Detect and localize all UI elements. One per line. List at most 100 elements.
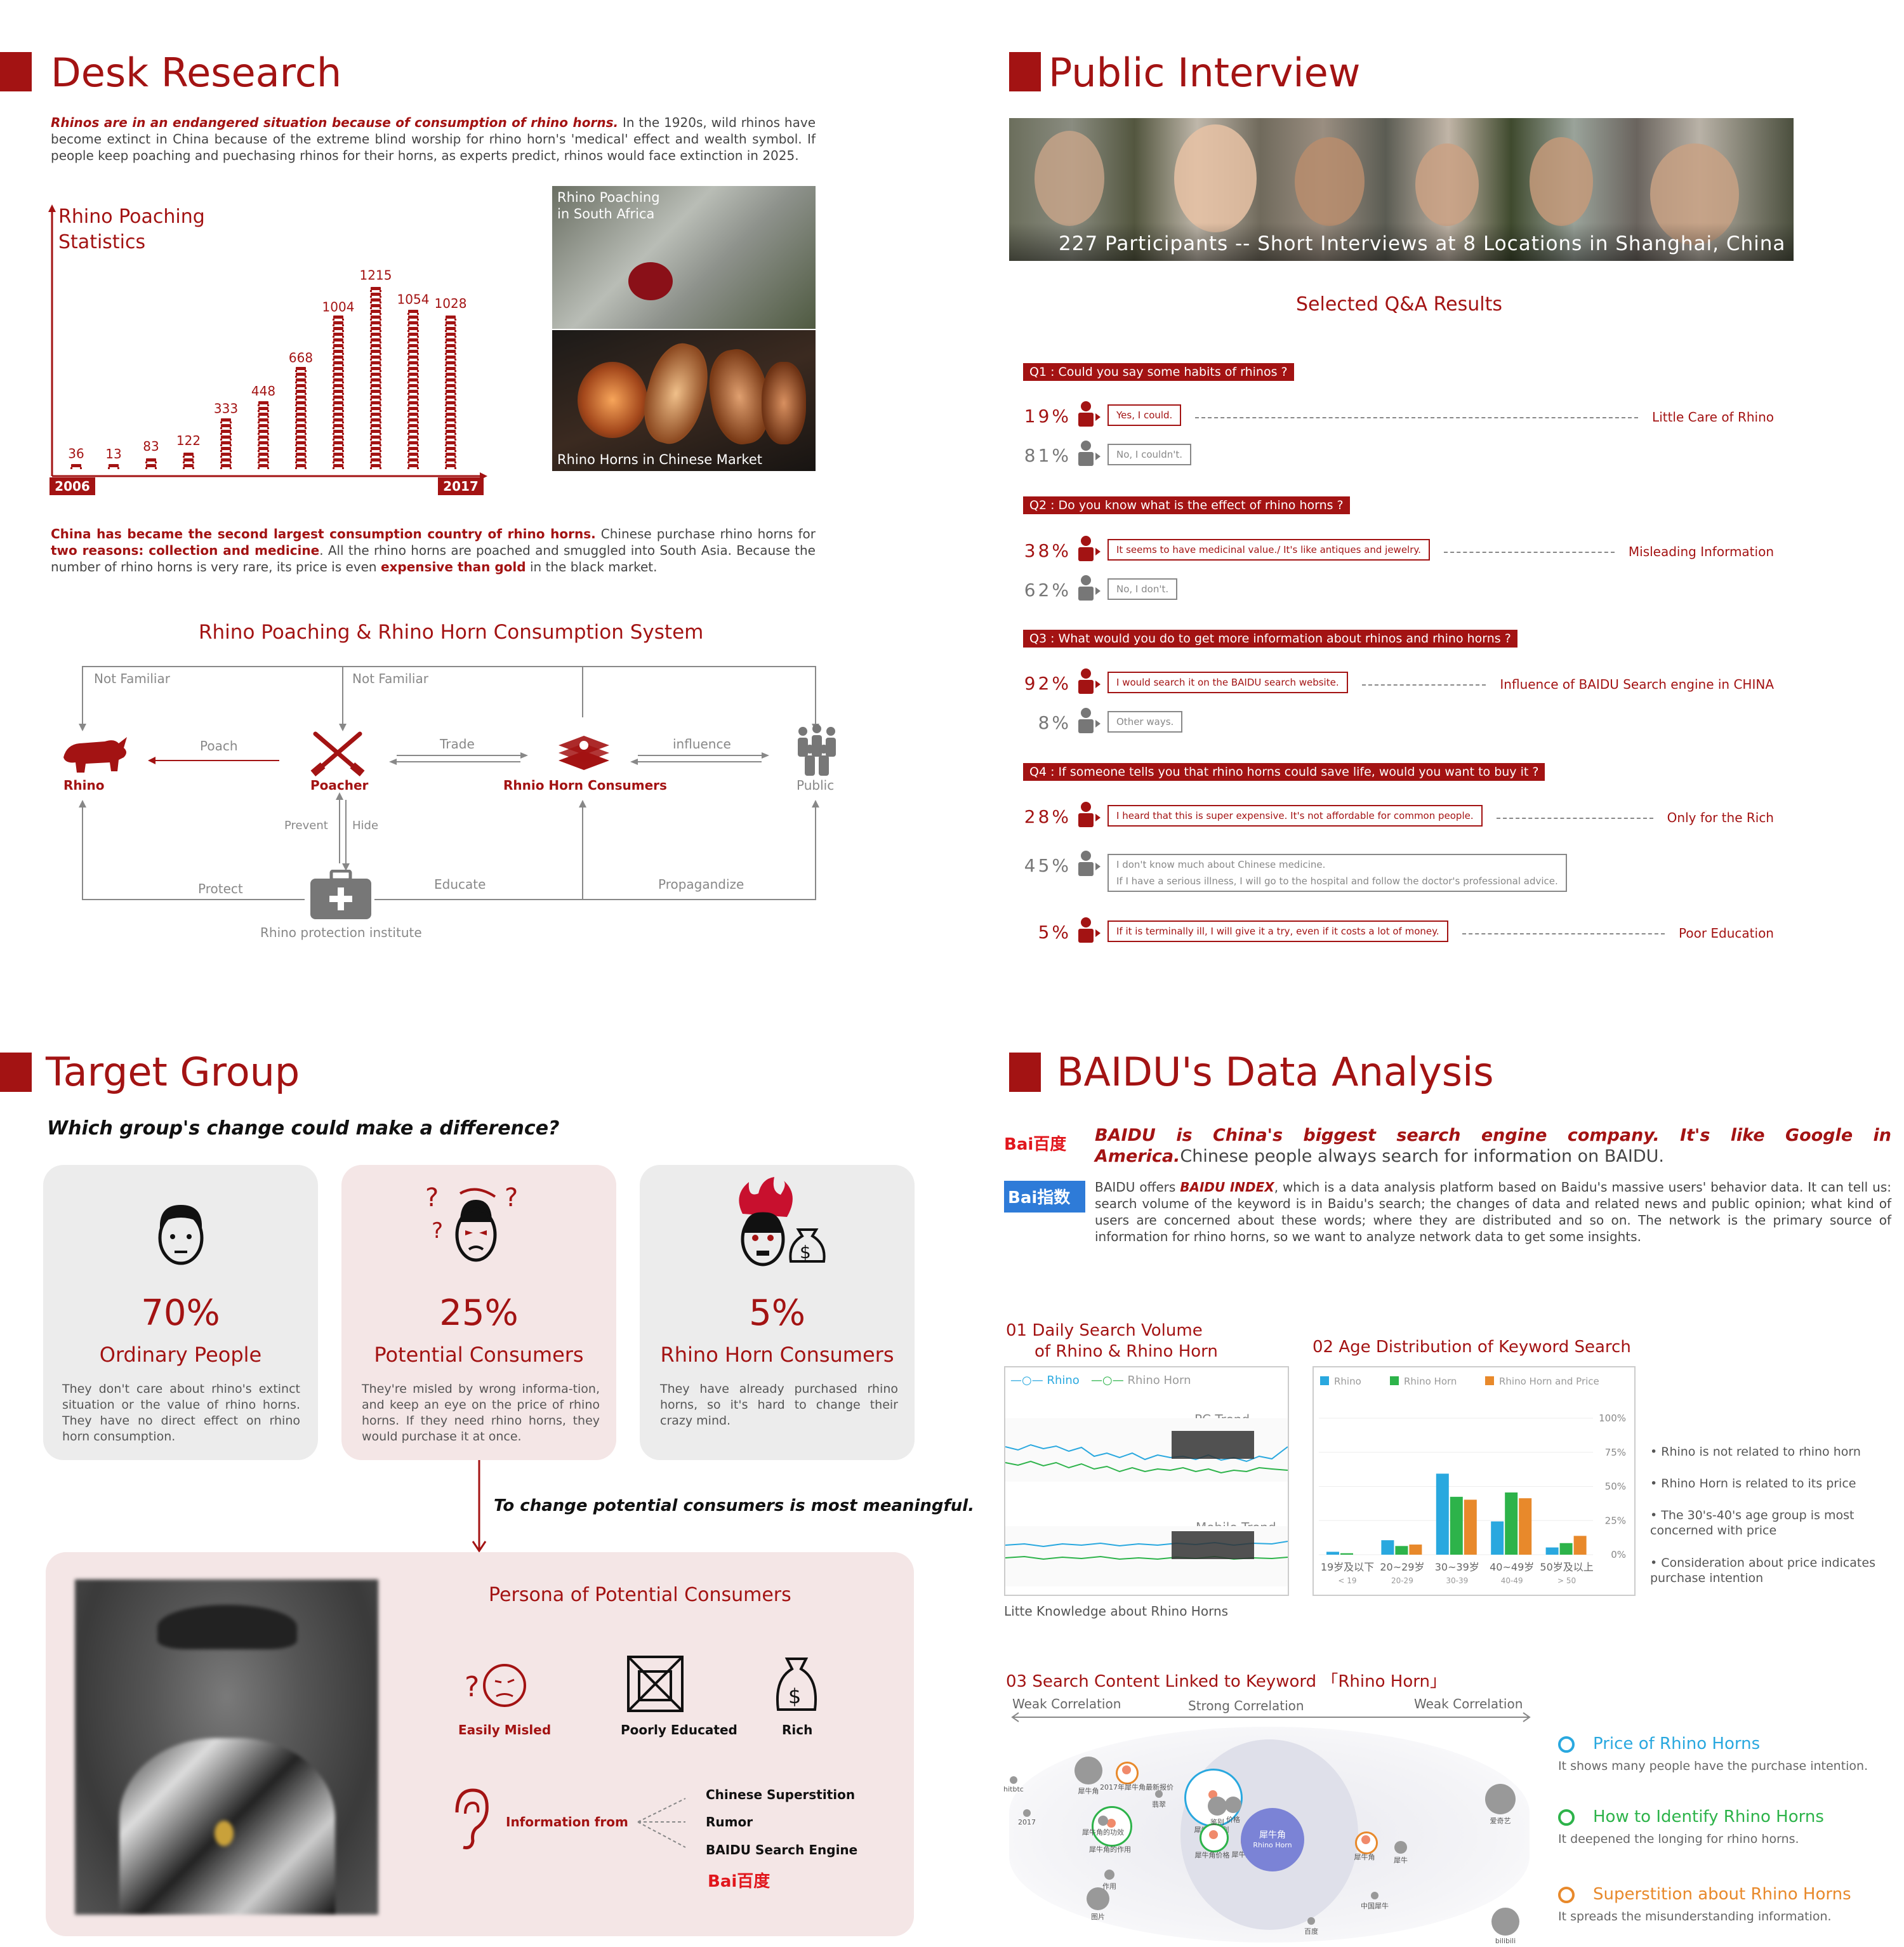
- c2-note: • Consideration about price indicates pu…: [1650, 1556, 1875, 1585]
- label-prevent: Prevent: [284, 819, 328, 832]
- poaching-bar: [370, 287, 381, 469]
- answer-conclusion: Only for the Rich: [1667, 810, 1774, 825]
- ordinary-face-icon: [158, 1205, 204, 1265]
- center-bubble-label: 犀牛角: [1259, 1830, 1286, 1840]
- source-baidu: BAIDU Search Engine: [706, 1842, 858, 1857]
- persona-title: Persona of Potential Consumers: [489, 1584, 791, 1606]
- age-bar: [1573, 1536, 1587, 1555]
- legend-swatch: [1485, 1376, 1494, 1385]
- person-icon: [1076, 575, 1095, 601]
- keyword-bubble: [1371, 1892, 1378, 1899]
- answer-pointer: [1095, 720, 1101, 728]
- no-education-icon: [627, 1656, 684, 1712]
- keyword-bubble: [1208, 1797, 1227, 1816]
- group-desc-ordinary: They don't care about rhino's extinct si…: [62, 1382, 300, 1444]
- c1-pc-trend: [1005, 1418, 1288, 1482]
- person-icon: [1076, 440, 1095, 467]
- question-tag: Q2 : Do you know what is the effect of r…: [1023, 496, 1350, 514]
- answer-percent: 92%: [1024, 673, 1071, 694]
- c1-title: 01 Daily Search Volume of Rhino & Rhino H…: [1006, 1321, 1218, 1361]
- label-educate: Educate: [434, 877, 486, 892]
- legend-ring: [1558, 1736, 1575, 1753]
- photo2-caption: Rhino Horns in Chinese Market: [557, 452, 762, 467]
- group-name-consumers: Rhino Horn Consumers: [660, 1343, 894, 1367]
- bubble-label: 2017: [1018, 1818, 1036, 1826]
- answer-box: If it is terminally ill, I will give it …: [1107, 920, 1448, 942]
- misled-face-icon: ?: [465, 1664, 526, 1707]
- bar-value-label: 1054: [397, 292, 430, 307]
- age-bar: [1326, 1552, 1339, 1555]
- legend-swatch: [1320, 1376, 1329, 1385]
- poaching-bar: [295, 367, 307, 469]
- legend-desc: It shows many people have the purchase i…: [1558, 1759, 1868, 1773]
- answer-percent: 5%: [1038, 922, 1071, 943]
- answer-text: It seems to have medicinal value./ It's …: [1116, 544, 1421, 555]
- answer-text: I would search it on the BAIDU search we…: [1116, 677, 1339, 688]
- source-superstition: Chinese Superstition: [706, 1787, 856, 1802]
- answer-pointer: [1095, 413, 1101, 421]
- bar-value-label: 122: [176, 433, 201, 448]
- svg-text:$: $: [800, 1242, 811, 1263]
- svg-text:?: ?: [465, 1671, 479, 1703]
- c2-note: • The 30's-40's age group is most concer…: [1650, 1508, 1854, 1538]
- legend-desc: It spreads the misunderstanding informat…: [1558, 1910, 1832, 1924]
- answer-box: I heard that this is super expensive. It…: [1107, 805, 1483, 827]
- person-icon: [1076, 917, 1095, 943]
- node-consumers: Rhnio Horn Consumers: [503, 778, 667, 793]
- bar-value-label: 36: [68, 446, 84, 461]
- info-source-lines: [637, 1798, 686, 1848]
- label-not-familiar-2: Not Familiar: [352, 671, 428, 686]
- node-rhino: Rhino: [63, 778, 105, 793]
- bar-value-label: 333: [214, 401, 238, 416]
- legend-label: Rhino Horn: [1404, 1376, 1457, 1387]
- svg-text:?: ?: [425, 1183, 439, 1213]
- answer-box: No, I don't.: [1107, 578, 1178, 600]
- dashed-connector: [1497, 818, 1653, 819]
- answer-percent: 81%: [1024, 445, 1071, 466]
- info-from-label: Information from: [506, 1814, 628, 1830]
- y-axis-arrow: [48, 204, 56, 212]
- keyword-bubble: [1116, 1762, 1139, 1784]
- answer-percent: 38%: [1024, 540, 1071, 561]
- answer-pointer: [1095, 863, 1101, 870]
- answer-box: Other ways.: [1107, 711, 1183, 733]
- keyword-bubble: [1485, 1784, 1516, 1814]
- rhino-icon: [63, 737, 127, 773]
- age-bar: [1559, 1543, 1573, 1555]
- bubble-label: 翡翠: [1152, 1800, 1166, 1809]
- bubble-label: 中国犀牛: [1361, 1902, 1389, 1910]
- angry-money-face-icon: $: [739, 1177, 826, 1266]
- legend-label: Rhino Horn and Price: [1499, 1376, 1599, 1387]
- y-tick-label: 75%: [1605, 1447, 1626, 1458]
- baidu-index-logo-text: Bai指数: [1008, 1188, 1071, 1207]
- group-desc-potential: They're misled by wrong informa-tion, an…: [362, 1382, 600, 1444]
- answer-percent: 62%: [1024, 580, 1071, 601]
- age-bar: [1505, 1492, 1518, 1555]
- answer-pointer: [1095, 548, 1101, 555]
- baidu-intro: BAIDU is China's biggest search engine c…: [1095, 1126, 1891, 1166]
- answer-pointer: [1095, 453, 1101, 460]
- rhino-poaching-chart: 36 13 83 122 333 448 668 1004 1215 1054 1028 2006 20…: [48, 204, 487, 495]
- person-icon: [1076, 535, 1095, 562]
- keyword-bubble: [1098, 1816, 1108, 1826]
- medical-kit-icon: [310, 870, 371, 919]
- y-tick-label: 25%: [1605, 1515, 1626, 1526]
- answer-text: If it is terminally ill, I will give it …: [1116, 926, 1439, 937]
- trait-easily-misled: Easily Misled: [458, 1722, 552, 1738]
- year-label: 2006: [55, 479, 90, 494]
- poaching-bar: [70, 464, 82, 469]
- bubble-label: 图片: [1091, 1913, 1105, 1921]
- answer-pointer: [1095, 681, 1101, 688]
- bubble-label: 2017年犀牛角最新报价: [1100, 1783, 1173, 1791]
- person-icon: [1076, 707, 1095, 734]
- answer-text: Yes, I could.: [1116, 409, 1173, 421]
- bubble-label: 百度: [1304, 1927, 1318, 1936]
- age-bar: [1464, 1499, 1477, 1555]
- answer-percent: 45%: [1024, 855, 1071, 876]
- x-tick-label: 20~29岁: [1380, 1561, 1424, 1573]
- section-marker: [1009, 1053, 1041, 1092]
- dashed-connector: [1444, 552, 1615, 553]
- answer-percent: 28%: [1024, 806, 1071, 827]
- interview-banner-photo: 227 Participants -- Short Interviews at …: [1009, 118, 1794, 261]
- age-bar: [1409, 1545, 1422, 1555]
